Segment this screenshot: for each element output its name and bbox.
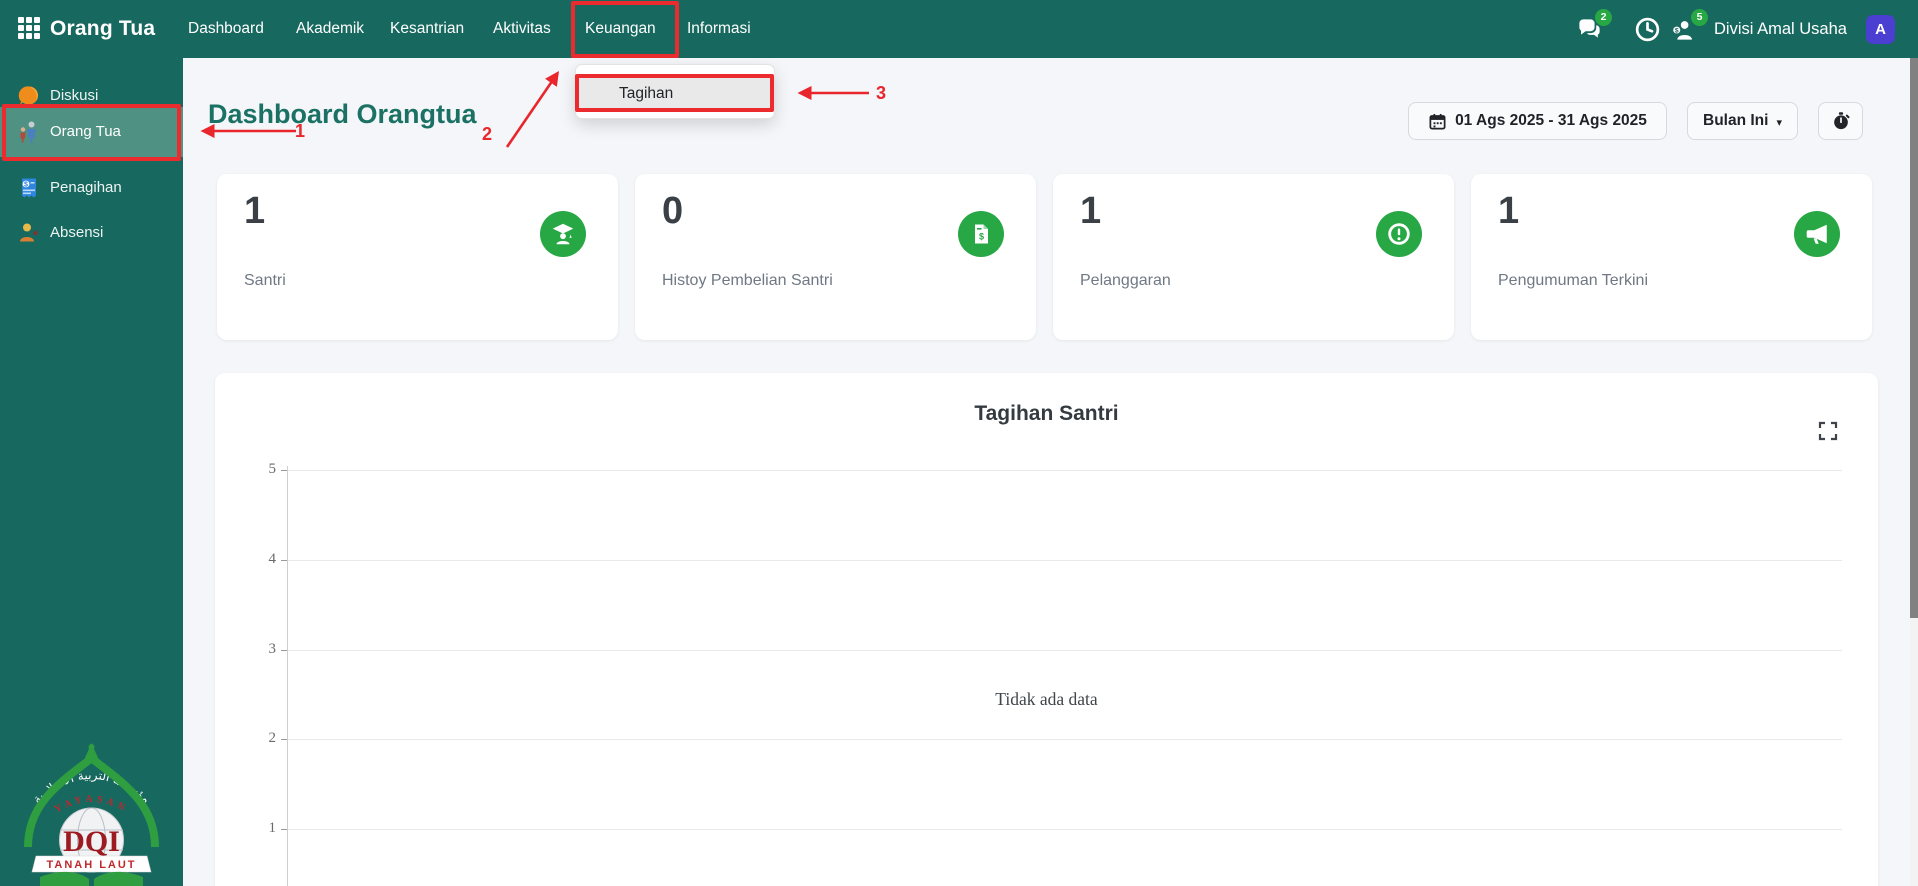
stat-card-pelanggaran: 1 Pelanggaran xyxy=(1053,174,1454,340)
stat-value: 0 xyxy=(662,190,684,232)
stat-label: Histoy Pembelian Santri xyxy=(662,272,833,289)
date-range-button[interactable]: 01 Ags 2025 - 31 Ags 2025 xyxy=(1408,102,1667,140)
sidebar-item-penagihan[interactable]: $ Penagihan xyxy=(0,166,183,210)
nav-item-keuangan[interactable]: Keuangan xyxy=(585,0,656,58)
chart-gridline xyxy=(288,739,1842,740)
y-tick-label: 2 xyxy=(268,730,277,746)
fullscreen-icon[interactable] xyxy=(1818,421,1838,441)
clock-icon[interactable] xyxy=(1634,16,1661,43)
sidebar-item-orang-tua[interactable]: Orang Tua xyxy=(0,107,183,157)
svg-text:$: $ xyxy=(979,232,984,242)
exclamation-icon xyxy=(1388,223,1410,245)
foundation-logo: مؤسسة التربية الاسلامية YAYASAN DQI TANA… xyxy=(24,743,159,886)
annotation-arrow-2 xyxy=(505,71,560,148)
stat-label: Pelanggaran xyxy=(1080,272,1171,289)
megaphone-icon xyxy=(1806,224,1827,244)
stat-card-pengumuman: 1 Pengumuman Terkini xyxy=(1471,174,1872,340)
stat-card-santri: 1 Santri xyxy=(217,174,618,340)
calendar-icon xyxy=(1429,113,1446,129)
keuangan-dropdown-menu: Tagihan xyxy=(575,64,775,119)
nav-item-dashboard[interactable]: Dashboard xyxy=(188,0,264,58)
chart-card: Tagihan Santri 5 4 3 2 1 Tidak ada data xyxy=(215,373,1878,886)
sidebar-item-label: Orang Tua xyxy=(50,123,121,140)
sidebar: Diskusi Orang Tua $ Penagihan Absensi مؤ… xyxy=(0,58,183,886)
parents-icon xyxy=(20,121,36,143)
stopwatch-icon xyxy=(1833,112,1849,130)
stat-value: 1 xyxy=(1080,190,1102,232)
stat-label: Santri xyxy=(244,272,286,289)
period-label: Bulan Ini xyxy=(1703,112,1769,129)
stat-value: 1 xyxy=(1498,190,1520,232)
avatar[interactable]: A xyxy=(1866,15,1895,44)
y-tick-label: 1 xyxy=(268,820,277,836)
page-title: Dashboard Orangtua xyxy=(208,99,477,129)
caret-down-icon: ▾ xyxy=(1776,116,1782,129)
discussion-bubble-icon xyxy=(18,86,38,106)
logo-location: TANAH LAUT xyxy=(46,859,136,871)
sidebar-item-label: Penagihan xyxy=(50,179,122,196)
user-name[interactable]: Divisi Amal Usaha xyxy=(1714,0,1847,58)
sidebar-item-label: Absensi xyxy=(50,224,104,241)
annotation-step-3: 3 xyxy=(876,83,887,103)
y-tick-label: 3 xyxy=(268,641,277,657)
chart-gridline xyxy=(288,829,1842,830)
top-navbar: Orang Tua Dashboard Akademik Kesantrian … xyxy=(0,0,1918,58)
chart-gridline xyxy=(288,560,1842,561)
chart-title: Tagihan Santri xyxy=(974,402,1119,425)
period-dropdown-button[interactable]: Bulan Ini ▾ xyxy=(1687,102,1798,140)
y-tick-label: 5 xyxy=(268,461,277,477)
date-range-label: 01 Ags 2025 - 31 Ags 2025 xyxy=(1455,112,1647,129)
messages-badge: 2 xyxy=(1595,9,1612,26)
timer-button[interactable] xyxy=(1818,102,1863,140)
chart-empty-message: Tidak ada data xyxy=(995,689,1098,709)
graduate-icon xyxy=(552,223,574,245)
apps-grid-icon[interactable] xyxy=(18,17,40,39)
scrollbar-thumb[interactable] xyxy=(1910,58,1918,618)
annotation-step-2: 2 xyxy=(482,124,493,144)
stat-label: Pengumuman Terkini xyxy=(1498,272,1649,289)
sidebar-item-absensi[interactable]: Absensi xyxy=(0,211,183,255)
stat-value: 1 xyxy=(244,190,266,232)
nav-item-akademik[interactable]: Akademik xyxy=(296,0,364,58)
nav-item-kesantrian[interactable]: Kesantrian xyxy=(390,0,464,58)
chart-gridline xyxy=(288,470,1842,471)
nav-item-aktivitas[interactable]: Aktivitas xyxy=(493,0,551,58)
chart-y-axis xyxy=(287,466,288,886)
svg-text:$: $ xyxy=(24,181,28,188)
stat-card-pembelian: 0 Histoy Pembelian Santri $ xyxy=(635,174,1036,340)
app-root: Orang Tua Dashboard Akademik Kesantrian … xyxy=(0,0,1918,886)
logo-acronym: DQI xyxy=(63,825,120,858)
notifications-badge: 5 xyxy=(1691,9,1708,26)
dropdown-item-tagihan[interactable]: Tagihan xyxy=(578,76,773,111)
y-tick-label: 4 xyxy=(268,551,277,567)
svg-text:$: $ xyxy=(1675,27,1679,34)
brand-title[interactable]: Orang Tua xyxy=(50,0,155,58)
billing-receipt-icon: $ xyxy=(22,178,36,198)
attendance-person-icon xyxy=(20,223,38,242)
chart-gridline xyxy=(288,650,1842,651)
receipt-icon: $ xyxy=(975,224,988,244)
nav-item-informasi[interactable]: Informasi xyxy=(687,0,751,58)
